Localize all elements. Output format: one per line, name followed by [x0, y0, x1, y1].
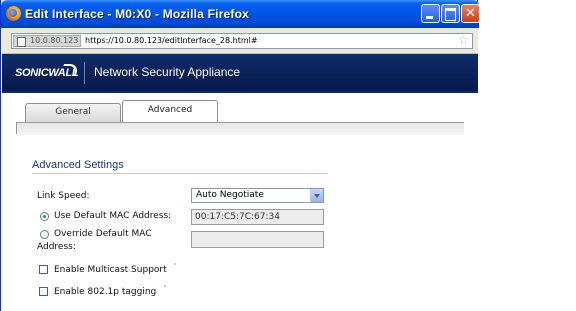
url-text[interactable]: https://10.0.80.123/editInterface_28.htm…: [85, 35, 258, 46]
tab-strip: General Advanced: [16, 100, 464, 122]
site-identity-label: 10.0.80.123: [30, 36, 79, 45]
tagging-checkbox[interactable]: [39, 287, 48, 296]
link-speed-value: Auto Negotiate: [196, 190, 264, 200]
multicast-checkbox[interactable]: [39, 265, 48, 274]
address-field[interactable]: 10.0.80.123 https://10.0.80.123/editInte…: [11, 33, 473, 49]
multicast-label: Enable Multicast Support: [54, 265, 167, 275]
tab-panel-edge: [16, 122, 17, 134]
firefox-icon: [6, 6, 21, 21]
override-mac-label-line2: Address:: [37, 242, 76, 252]
override-mac-radio[interactable]: [40, 230, 49, 239]
section-divider: [32, 173, 328, 174]
bookmark-star-icon[interactable]: ☆: [458, 32, 469, 48]
tab-general[interactable]: General: [25, 103, 121, 122]
multicast-help-marker: ': [174, 262, 176, 270]
tagging-help-marker: ': [164, 284, 166, 292]
tagging-label: Enable 802.1p tagging: [54, 287, 157, 297]
browser-window: Edit Interface - M0:X0 - Mozilla Firefox…: [0, 0, 480, 311]
override-mac-field[interactable]: [191, 231, 324, 248]
site-identity-button[interactable]: 10.0.80.123: [13, 35, 81, 47]
link-speed-select[interactable]: Auto Negotiate: [191, 188, 324, 203]
url-bar: 10.0.80.123 https://10.0.80.123/editInte…: [2, 28, 478, 54]
tab-advanced[interactable]: Advanced: [122, 100, 218, 122]
minimize-button[interactable]: [421, 4, 440, 23]
default-mac-field: 00:17:C5:7C:67:34: [191, 209, 324, 225]
minimize-icon: [422, 5, 439, 22]
dialog-content: General Advanced Advanced Settings Link …: [2, 93, 478, 311]
app-banner: SONICWALL Network Security Appliance: [2, 54, 478, 93]
banner-divider: [84, 62, 85, 84]
close-icon: ✕: [465, 6, 476, 21]
section-title: Advanced Settings: [32, 159, 124, 171]
title-bar[interactable]: Edit Interface - M0:X0 - Mozilla Firefox…: [1, 0, 480, 28]
use-default-mac-label: Use Default MAC Address:: [54, 211, 172, 221]
window-title: Edit Interface - M0:X0 - Mozilla Firefox: [25, 7, 250, 21]
chevron-down-icon[interactable]: [310, 189, 323, 202]
link-speed-label: Link Speed:: [37, 191, 90, 201]
maximize-button[interactable]: [441, 4, 460, 23]
close-button[interactable]: ✕: [461, 4, 480, 23]
override-mac-label-line1: Override Default MAC: [54, 229, 152, 239]
tab-panel-header: [16, 122, 464, 135]
page-icon: [17, 37, 26, 47]
maximize-icon: [442, 5, 459, 22]
product-name: Network Security Appliance: [94, 65, 241, 79]
use-default-mac-radio[interactable]: [40, 212, 49, 221]
default-mac-value: 00:17:C5:7C:67:34: [195, 212, 280, 222]
